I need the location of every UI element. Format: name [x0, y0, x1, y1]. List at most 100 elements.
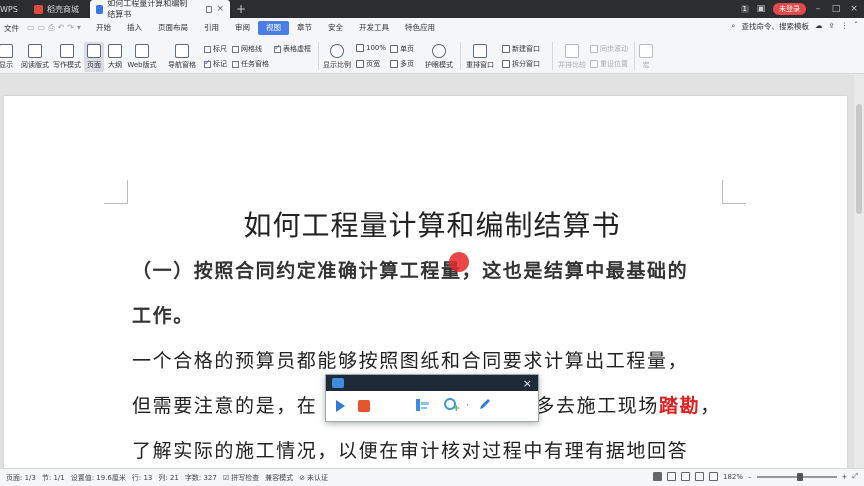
close-icon[interactable]: ×	[523, 377, 532, 390]
quick-access-icons[interactable]: ▭▭⎙↶↷▾	[23, 23, 88, 33]
margin-corner-top-left	[104, 180, 128, 204]
status-column: 列: 21	[158, 473, 179, 482]
checkbox-icon	[204, 45, 211, 53]
maximize-icon[interactable]: □	[830, 4, 842, 14]
rearrange-window-button[interactable]: 重排窗口	[462, 44, 498, 70]
page-view-button[interactable]: 页面	[84, 42, 104, 72]
new-tab-icon[interactable]: +	[236, 2, 246, 16]
status-spell-check[interactable]: 拼写检查	[231, 473, 259, 483]
windows-icon	[473, 44, 487, 58]
close-window-icon[interactable]: ×	[848, 4, 860, 14]
marker-icon[interactable]	[414, 397, 432, 413]
menu-security[interactable]: 安全	[320, 21, 351, 35]
file-menu[interactable]: 文件	[0, 23, 23, 34]
zoom-slider-knob[interactable]	[796, 472, 803, 481]
ruler-checkbox[interactable]: 标尺	[204, 44, 227, 54]
hundred-icon	[356, 44, 364, 52]
zoom-in-icon[interactable]: +	[842, 473, 848, 481]
page-width-button[interactable]: 页宽	[356, 59, 380, 69]
status-cert[interactable]: 未认证	[307, 473, 328, 483]
page-view-icon[interactable]	[653, 472, 662, 481]
notification-badge[interactable]: 1	[740, 5, 749, 13]
menu-review[interactable]: 审阅	[227, 21, 258, 35]
fullscreen-icon[interactable]: ⤢	[852, 472, 858, 481]
split-window-button[interactable]: 拆分窗口	[502, 59, 540, 69]
menu-chapter[interactable]: 章节	[289, 21, 320, 35]
play-icon[interactable]	[336, 400, 345, 412]
vertical-scrollbar[interactable]	[854, 74, 864, 468]
menu-view[interactable]: 视图	[257, 21, 289, 35]
menu-reference[interactable]: 引用	[196, 21, 227, 35]
body-line-5: 了解实际的施工情况，以便在审计核对过程中有理有据地回答	[132, 440, 689, 462]
reset-position-icon	[590, 60, 598, 68]
zoom-slider[interactable]	[756, 472, 837, 481]
window-icon[interactable]	[205, 5, 213, 13]
status-word-count[interactable]: 字数: 327	[185, 473, 217, 483]
checkbox-checked-icon	[274, 43, 281, 53]
screen-recorder-toolbar[interactable]: × ·	[325, 374, 539, 422]
spell-check-icon[interactable]: ☑	[223, 474, 229, 482]
show-button[interactable]: 显示	[0, 44, 16, 70]
new-window-icon	[502, 45, 510, 53]
outline-view-icon[interactable]	[667, 472, 676, 481]
tab-document[interactable]: 如何工程量计算和编制结算书 ×	[90, 0, 230, 19]
web-icon	[135, 44, 149, 58]
minimize-icon[interactable]: –	[812, 4, 824, 14]
wps-tab-label: WPS	[0, 4, 18, 14]
side-by-side-button[interactable]: 并排比较	[556, 44, 588, 70]
eye-protection-button[interactable]: 护眼模式	[422, 44, 456, 70]
task-pane-checkbox[interactable]: 任务窗格	[232, 59, 269, 69]
menu-dev-tools[interactable]: 开发工具	[351, 21, 397, 35]
scroll-thumb[interactable]	[856, 104, 862, 214]
compare-icon	[565, 44, 579, 58]
web-layout-button[interactable]: Web版式	[126, 44, 158, 70]
pen-icon[interactable]	[478, 397, 492, 411]
new-window-button[interactable]: 新建窗口	[502, 44, 540, 54]
writing-mode-button[interactable]: 写作模式	[52, 44, 82, 70]
ribbon-view: 显示 阅读版式 写作模式 页面 大纲 Web版式 导航窗格 标尺 网格线 表格虚…	[0, 38, 864, 74]
nav-pane-icon	[175, 44, 189, 58]
ribbon-divider	[634, 42, 635, 70]
search-icon[interactable]: ⌕	[731, 21, 735, 32]
multi-page-button[interactable]: 多页	[390, 59, 414, 69]
tab-wps[interactable]: WPS	[0, 0, 28, 18]
eye-icon	[432, 44, 446, 58]
macro-button[interactable]: 宏	[636, 44, 656, 70]
zoom-in-icon[interactable]	[444, 398, 460, 414]
more-icon[interactable]: ⋮	[841, 21, 849, 32]
close-tab-icon[interactable]: ×	[216, 4, 224, 14]
reading-view-icon[interactable]	[695, 472, 704, 481]
status-page[interactable]: 页面: 1/3	[6, 473, 36, 483]
web-view-icon[interactable]	[681, 472, 690, 481]
nav-pane-button[interactable]: 导航窗格	[164, 44, 200, 70]
menu-insert[interactable]: 插入	[119, 21, 150, 35]
menu-layout[interactable]: 页面布局	[150, 21, 196, 35]
tab-daoke-store[interactable]: 稻壳商城	[28, 0, 90, 18]
stop-icon[interactable]	[358, 400, 370, 412]
zoom-100-button[interactable]: 100%	[356, 44, 386, 52]
reset-position-button[interactable]: 重设位置	[590, 59, 628, 69]
login-button[interactable]: 未登录	[773, 3, 806, 15]
eye-view-icon[interactable]	[709, 472, 718, 481]
search-command[interactable]: 查找命令、搜索模板	[741, 21, 809, 32]
zoom-level[interactable]: 182%	[723, 473, 743, 481]
table-frame-checkbox[interactable]: 表格虚框	[274, 43, 311, 54]
sync-scroll-button[interactable]: 同步滚动	[590, 44, 628, 54]
gridlines-checkbox[interactable]: 网格线	[232, 44, 262, 54]
line4-end: ，	[700, 395, 721, 417]
recorder-header: ×	[326, 375, 538, 391]
heading-line-1: （一）按照合同约定准确计算工程量，这也是结算中最基础的	[132, 260, 689, 282]
marks-checkbox[interactable]: 标记	[204, 58, 227, 69]
zoom-out-icon[interactable]: –	[748, 473, 752, 481]
status-compat-mode: 兼容模式	[265, 473, 294, 482]
single-page-button[interactable]: 单页	[390, 44, 414, 54]
reading-layout-button[interactable]: 阅读版式	[20, 44, 50, 70]
collapse-icon[interactable]: ˆ	[854, 21, 858, 32]
cloud-icon[interactable]: ☁	[815, 21, 823, 32]
share-icon[interactable]: ⇪	[828, 21, 834, 32]
zoom-ratio-button[interactable]: 显示比例	[320, 44, 354, 70]
menu-start[interactable]: 开始	[88, 21, 119, 35]
menu-features[interactable]: 特色应用	[397, 21, 443, 35]
outline-button[interactable]: 大纲	[106, 44, 124, 70]
skin-icon[interactable]: ▣	[755, 4, 767, 14]
